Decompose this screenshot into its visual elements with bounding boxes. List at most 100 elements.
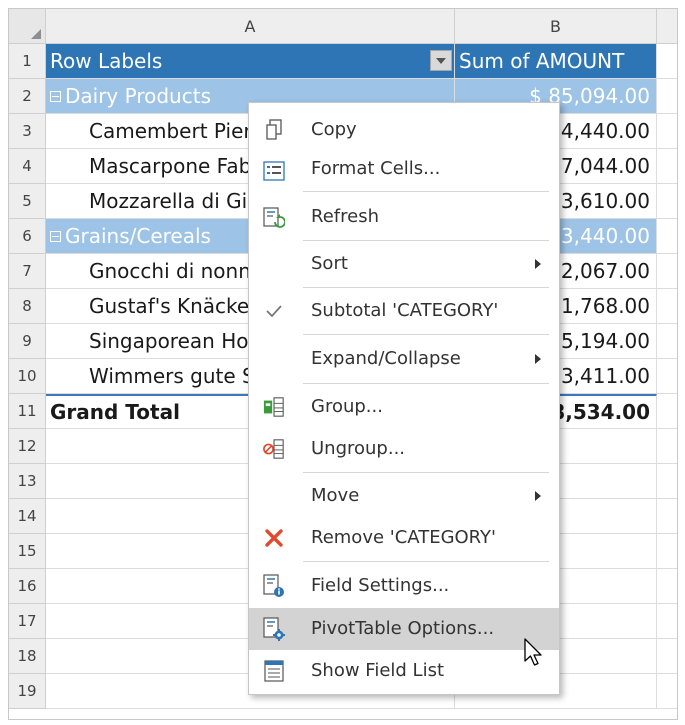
category-label: Dairy Products bbox=[65, 84, 211, 108]
row-header[interactable]: 6 bbox=[9, 219, 46, 254]
row-header[interactable]: 14 bbox=[9, 499, 46, 534]
checkmark-icon bbox=[263, 300, 285, 322]
menu-separator bbox=[303, 383, 549, 384]
select-all-corner[interactable] bbox=[9, 9, 46, 44]
menu-label: Expand/Collapse bbox=[311, 348, 461, 369]
menu-item-refresh[interactable]: Refresh bbox=[249, 197, 559, 237]
menu-label: Sort bbox=[311, 253, 348, 274]
column-header-c[interactable] bbox=[657, 9, 677, 44]
empty-cell[interactable] bbox=[657, 394, 677, 429]
row-header[interactable]: 19 bbox=[9, 674, 46, 709]
row-header[interactable]: 7 bbox=[9, 254, 46, 289]
row-header[interactable]: 9 bbox=[9, 324, 46, 359]
row-header[interactable]: 10 bbox=[9, 359, 46, 394]
menu-separator bbox=[303, 240, 549, 241]
menu-item-field-settings[interactable]: Field Settings... bbox=[249, 566, 559, 606]
empty-cell[interactable] bbox=[657, 674, 677, 709]
row-header[interactable]: 13 bbox=[9, 464, 46, 499]
mouse-pointer-icon bbox=[524, 638, 542, 666]
refresh-icon bbox=[263, 207, 285, 229]
submenu-arrow-icon bbox=[535, 491, 541, 501]
empty-cell[interactable] bbox=[657, 464, 677, 499]
menu-label: Copy bbox=[311, 119, 357, 140]
menu-item-expand-collapse[interactable]: Expand/Collapse bbox=[249, 339, 559, 379]
menu-separator bbox=[303, 287, 549, 288]
menu-separator bbox=[303, 334, 549, 335]
menu-separator bbox=[303, 472, 549, 473]
column-header-b[interactable]: B bbox=[455, 9, 657, 44]
column-header-a[interactable]: A bbox=[46, 9, 455, 44]
empty-cell[interactable] bbox=[657, 429, 677, 464]
field-settings-icon bbox=[263, 574, 285, 597]
menu-label: Field Settings... bbox=[311, 575, 450, 596]
collapse-toggle-icon[interactable] bbox=[50, 230, 61, 242]
menu-label: Refresh bbox=[311, 206, 379, 227]
empty-cell[interactable] bbox=[657, 254, 677, 289]
pivottable-options-icon bbox=[263, 617, 285, 641]
field-list-icon bbox=[263, 660, 285, 682]
menu-label: Remove 'CATEGORY' bbox=[311, 527, 496, 548]
row-header[interactable]: 8 bbox=[9, 289, 46, 324]
dropdown-arrow-icon bbox=[436, 57, 446, 64]
menu-item-sort[interactable]: Sort bbox=[249, 244, 559, 284]
menu-label: Move bbox=[311, 485, 360, 506]
format-cells-icon bbox=[263, 160, 285, 182]
menu-item-subtotal[interactable]: Subtotal 'CATEGORY' bbox=[249, 291, 559, 331]
menu-item-copy[interactable]: Copy bbox=[249, 111, 559, 149]
menu-separator bbox=[303, 561, 549, 562]
row-header[interactable]: 4 bbox=[9, 149, 46, 184]
menu-item-move[interactable]: Move bbox=[249, 476, 559, 516]
menu-label: Ungroup... bbox=[311, 438, 406, 459]
empty-cell[interactable] bbox=[657, 359, 677, 394]
menu-separator bbox=[303, 191, 549, 192]
row-header[interactable]: 2 bbox=[9, 79, 46, 114]
empty-cell[interactable] bbox=[657, 114, 677, 149]
row-header[interactable]: 15 bbox=[9, 534, 46, 569]
empty-cell[interactable] bbox=[657, 604, 677, 639]
copy-icon bbox=[263, 119, 285, 141]
ungroup-icon bbox=[263, 438, 285, 460]
empty-cell[interactable] bbox=[657, 499, 677, 534]
menu-label: Group... bbox=[311, 396, 383, 417]
row-header[interactable]: 3 bbox=[9, 114, 46, 149]
empty-cell[interactable] bbox=[657, 44, 677, 79]
menu-item-pivottable-options[interactable]: PivotTable Options... bbox=[249, 608, 559, 650]
menu-item-group[interactable]: Group... bbox=[249, 387, 559, 427]
pivot-header-row-labels[interactable]: Row Labels bbox=[46, 44, 455, 79]
row-labels-filter-button[interactable] bbox=[430, 50, 452, 71]
context-menu: Copy Format Cells... Refresh Sort Subtot… bbox=[248, 102, 560, 695]
empty-cell[interactable] bbox=[657, 149, 677, 184]
menu-label: Show Field List bbox=[311, 660, 445, 681]
category-label: Grains/Cereals bbox=[65, 224, 211, 248]
submenu-arrow-icon bbox=[535, 259, 541, 269]
empty-cell[interactable] bbox=[657, 184, 677, 219]
empty-cell[interactable] bbox=[657, 219, 677, 254]
empty-cell[interactable] bbox=[657, 79, 677, 114]
row-header[interactable]: 12 bbox=[9, 429, 46, 464]
submenu-arrow-icon bbox=[535, 354, 541, 364]
menu-item-show-field-list[interactable]: Show Field List bbox=[249, 651, 559, 691]
row-header[interactable]: 5 bbox=[9, 184, 46, 219]
row-header[interactable]: 11 bbox=[9, 394, 46, 429]
menu-label: Format Cells... bbox=[311, 158, 441, 179]
row-labels-text: Row Labels bbox=[50, 49, 163, 73]
empty-cell[interactable] bbox=[657, 534, 677, 569]
group-icon bbox=[263, 396, 285, 418]
remove-icon bbox=[263, 527, 285, 549]
menu-label: PivotTable Options... bbox=[311, 618, 495, 639]
row-header[interactable]: 16 bbox=[9, 569, 46, 604]
row-header[interactable]: 1 bbox=[9, 44, 46, 79]
empty-cell[interactable] bbox=[657, 639, 677, 674]
empty-cell[interactable] bbox=[657, 324, 677, 359]
collapse-toggle-icon[interactable] bbox=[50, 90, 61, 102]
row-header[interactable]: 18 bbox=[9, 639, 46, 674]
select-all-triangle-icon bbox=[31, 29, 41, 39]
menu-item-format-cells[interactable]: Format Cells... bbox=[249, 150, 559, 188]
menu-item-ungroup[interactable]: Ungroup... bbox=[249, 429, 559, 469]
menu-item-remove[interactable]: Remove 'CATEGORY' bbox=[249, 518, 559, 558]
empty-cell[interactable] bbox=[657, 569, 677, 604]
pivot-header-sum[interactable]: Sum of AMOUNT bbox=[455, 44, 657, 79]
row-header[interactable]: 17 bbox=[9, 604, 46, 639]
menu-label: Subtotal 'CATEGORY' bbox=[311, 300, 499, 321]
empty-cell[interactable] bbox=[657, 289, 677, 324]
